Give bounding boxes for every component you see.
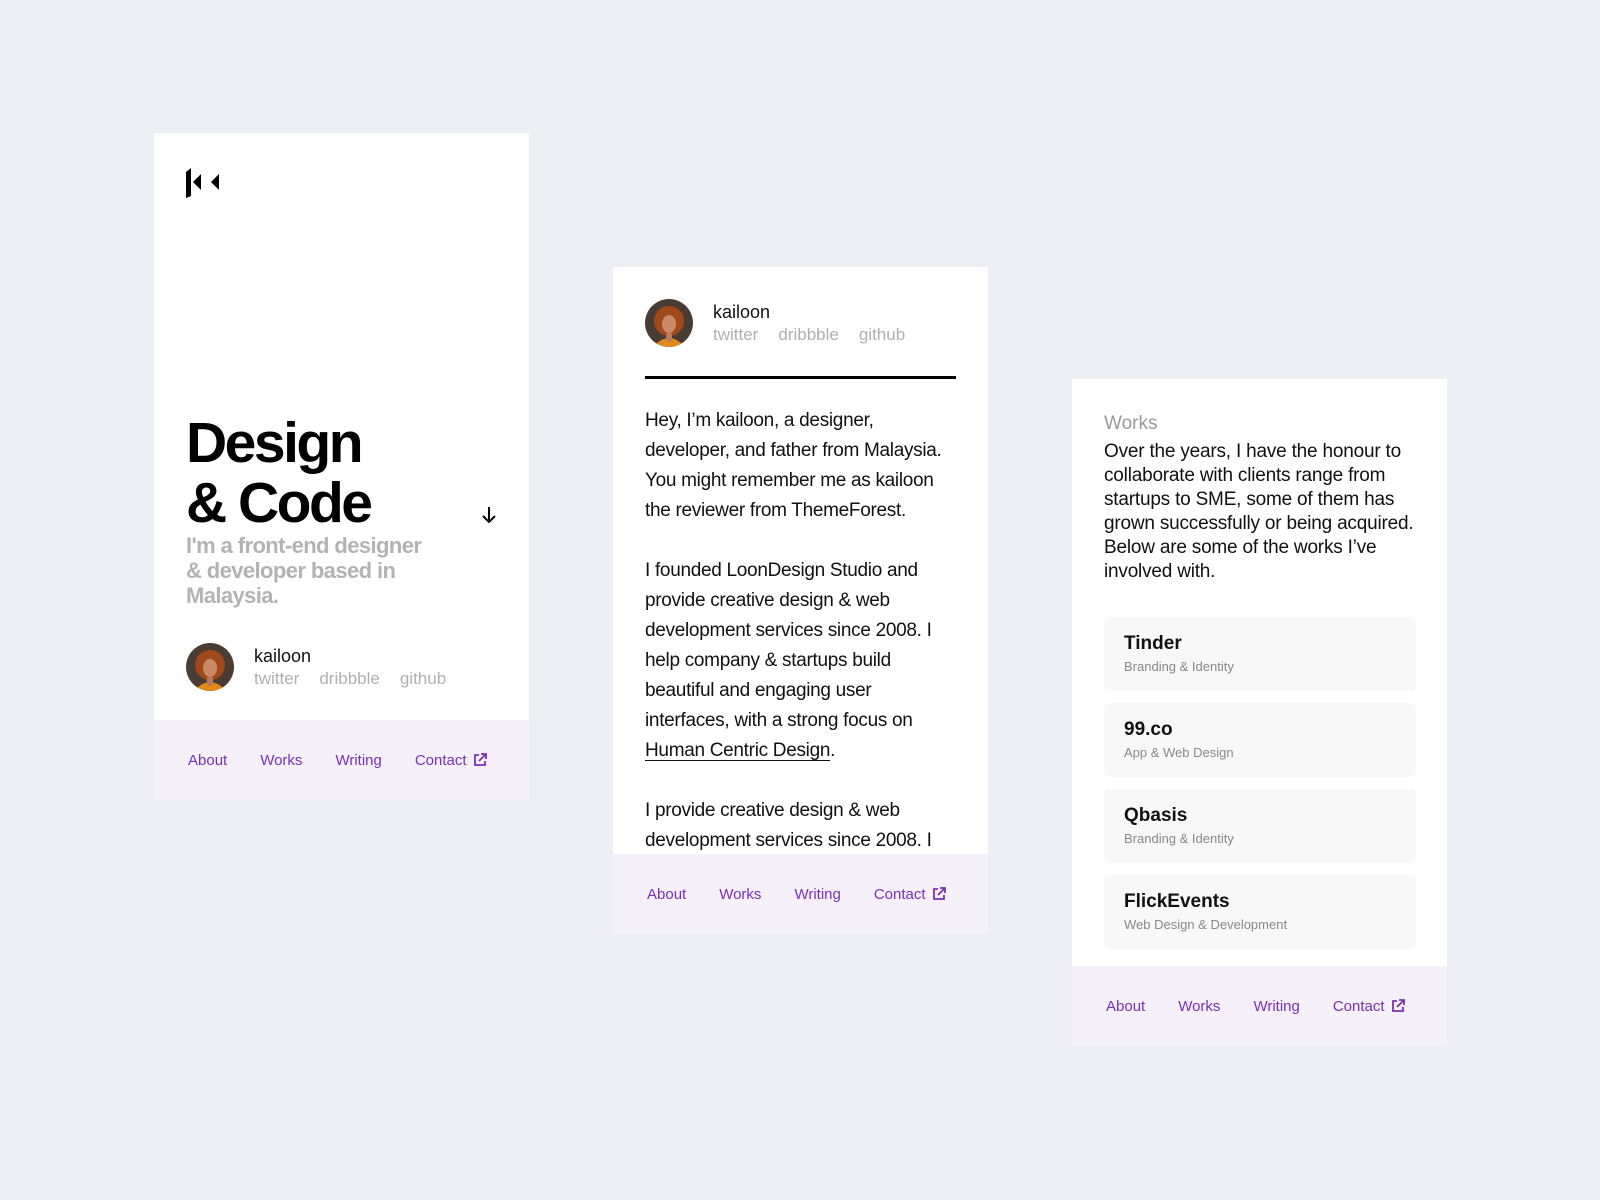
nav-contact[interactable]: Contact	[1333, 998, 1405, 1015]
about-paragraph-1: Hey, I’m kailoon, a designer, developer,…	[645, 410, 942, 521]
avatar[interactable]	[645, 299, 693, 347]
social-links: twitter dribbble github	[713, 324, 925, 346]
twitter-link[interactable]: twitter	[713, 324, 758, 346]
nav-writing[interactable]: Writing	[1253, 998, 1299, 1015]
about-paragraph-2-text: I founded LoonDesign Studio and provide …	[645, 560, 932, 731]
external-link-icon	[932, 887, 946, 900]
nav-contact-label: Contact	[414, 751, 467, 769]
logo-icon[interactable]	[186, 166, 222, 198]
works-screen: Works Over the years, I have the honour …	[1072, 379, 1447, 1046]
work-name: Qbasis	[1124, 805, 1188, 826]
work-name: FlickEvents	[1124, 891, 1230, 912]
twitter-link[interactable]: twitter	[254, 668, 299, 690]
bottom-nav: About Works Writing Contact	[154, 720, 529, 800]
hero-title-line2: & Code	[186, 471, 373, 535]
about-screen: kailoon twitter dribbble github Hey, I’m…	[613, 267, 988, 934]
nav-about[interactable]: About	[1106, 998, 1145, 1015]
home-screen: Design & Code I'm a front-end designer &…	[154, 133, 529, 800]
hero-title: Design & Code	[186, 411, 373, 535]
work-category: Branding & Identity	[1124, 659, 1234, 674]
works-list: Tinder Branding & Identity 99.co App & W…	[1104, 617, 1416, 961]
external-link-icon	[1391, 999, 1405, 1012]
about-text: Hey, I’m kailoon, a designer, developer,…	[645, 406, 957, 886]
work-category: App & Web Design	[1124, 745, 1234, 760]
avatar[interactable]	[186, 643, 234, 691]
work-item-flickevents[interactable]: FlickEvents Web Design & Development	[1104, 875, 1416, 949]
work-item-qbasis[interactable]: Qbasis Branding & Identity	[1104, 789, 1416, 863]
works-intro: Over the years, I have the honour to col…	[1104, 441, 1414, 582]
about-paragraph-2-end: .	[830, 740, 836, 761]
nav-about[interactable]: About	[188, 752, 227, 769]
dribbble-link[interactable]: dribbble	[778, 324, 839, 346]
hero-subtitle: I'm a front-end designer & developer bas…	[186, 533, 422, 608]
hero-title-line1: Design	[186, 411, 364, 475]
nav-contact-label: Contact	[873, 885, 926, 903]
bottom-nav: About Works Writing Contact	[613, 854, 988, 934]
divider	[645, 376, 956, 379]
profile-name: kailoon	[254, 645, 312, 666]
work-category: Web Design & Development	[1124, 917, 1288, 932]
nav-contact[interactable]: Contact	[874, 886, 946, 903]
github-link[interactable]: github	[400, 668, 446, 690]
about-paragraph-2: I founded LoonDesign Studio and provide …	[645, 556, 957, 766]
nav-contact[interactable]: Contact	[415, 752, 487, 769]
nav-contact-label: Contact	[1332, 997, 1385, 1015]
social-links: twitter dribbble github	[254, 668, 466, 690]
dribbble-link[interactable]: dribbble	[319, 668, 380, 690]
nav-writing[interactable]: Writing	[335, 752, 381, 769]
bottom-nav: About Works Writing Contact	[1072, 966, 1447, 1046]
arrow-down-icon[interactable]	[480, 505, 498, 525]
profile-name: kailoon	[713, 301, 771, 322]
work-item-99co[interactable]: 99.co App & Web Design	[1104, 703, 1416, 777]
external-link-icon	[473, 753, 487, 766]
works-label: Works	[1104, 413, 1158, 434]
about-paragraph-3: I provide creative design & web developm…	[645, 800, 932, 851]
profile: kailoon twitter dribbble github	[186, 643, 466, 691]
github-link[interactable]: github	[859, 324, 905, 346]
work-name: 99.co	[1124, 719, 1173, 740]
profile: kailoon twitter dribbble github	[645, 299, 925, 347]
nav-works[interactable]: Works	[719, 886, 761, 903]
nav-writing[interactable]: Writing	[794, 886, 840, 903]
work-item-tinder[interactable]: Tinder Branding & Identity	[1104, 617, 1416, 691]
nav-works[interactable]: Works	[260, 752, 302, 769]
human-centric-design-link[interactable]: Human Centric Design	[645, 740, 830, 761]
nav-works[interactable]: Works	[1178, 998, 1220, 1015]
work-name: Tinder	[1124, 633, 1182, 654]
nav-about[interactable]: About	[647, 886, 686, 903]
work-category: Branding & Identity	[1124, 831, 1234, 846]
